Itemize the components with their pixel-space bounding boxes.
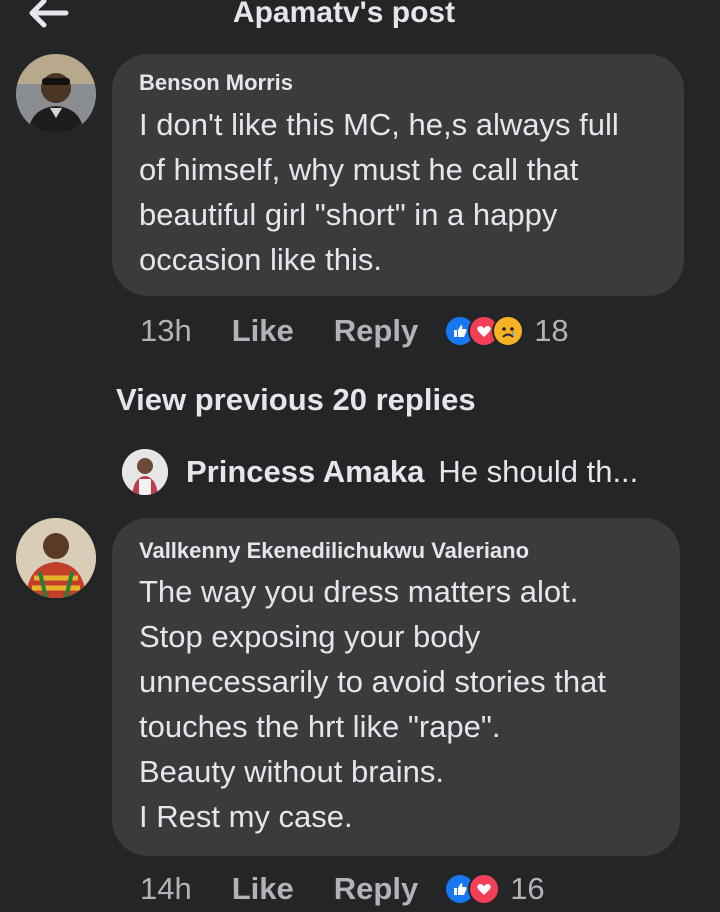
- page-title: Apamatv's post: [232, 0, 456, 29]
- like-button[interactable]: Like: [232, 313, 294, 349]
- comment-author[interactable]: Benson Morris: [139, 70, 293, 96]
- person-photo-icon: [122, 449, 168, 495]
- sad-reaction-icon: [492, 315, 525, 347]
- reply-snippet: He should th...: [438, 454, 639, 489]
- post-header: Apamatv's post: [0, 0, 720, 40]
- comment-timestamp[interactable]: 13h: [140, 313, 192, 349]
- person-photo-icon: [16, 518, 96, 598]
- reaction-summary[interactable]: [444, 873, 501, 905]
- reply-button[interactable]: Reply: [334, 871, 418, 907]
- comment-timestamp[interactable]: 14h: [140, 871, 192, 907]
- avatar[interactable]: [16, 518, 96, 598]
- avatar: [122, 449, 168, 495]
- love-reaction-icon: [468, 873, 501, 905]
- comment-actions: 14h Like Reply 16: [140, 869, 545, 909]
- reply-author[interactable]: Princess Amaka: [186, 454, 424, 490]
- person-photo-icon: [16, 54, 96, 134]
- comment-text: The way you dress matters alot. Stop exp…: [139, 574, 606, 834]
- reply-preview[interactable]: Princess Amaka He should th...: [122, 448, 638, 496]
- comment-actions: 13h Like Reply 18: [140, 311, 569, 351]
- reaction-summary[interactable]: [444, 315, 525, 347]
- comment-text: I don't like this MC, he,s always full o…: [139, 107, 619, 277]
- view-previous-replies-link[interactable]: View previous 20 replies: [116, 382, 476, 418]
- comment-author[interactable]: Vallkenny Ekenedilichukwu Valeriano: [139, 538, 529, 564]
- like-button[interactable]: Like: [232, 871, 294, 907]
- reply-button[interactable]: Reply: [334, 313, 418, 349]
- reaction-count: 16: [510, 871, 545, 906]
- reaction-count: 18: [534, 313, 569, 348]
- avatar[interactable]: [16, 54, 96, 134]
